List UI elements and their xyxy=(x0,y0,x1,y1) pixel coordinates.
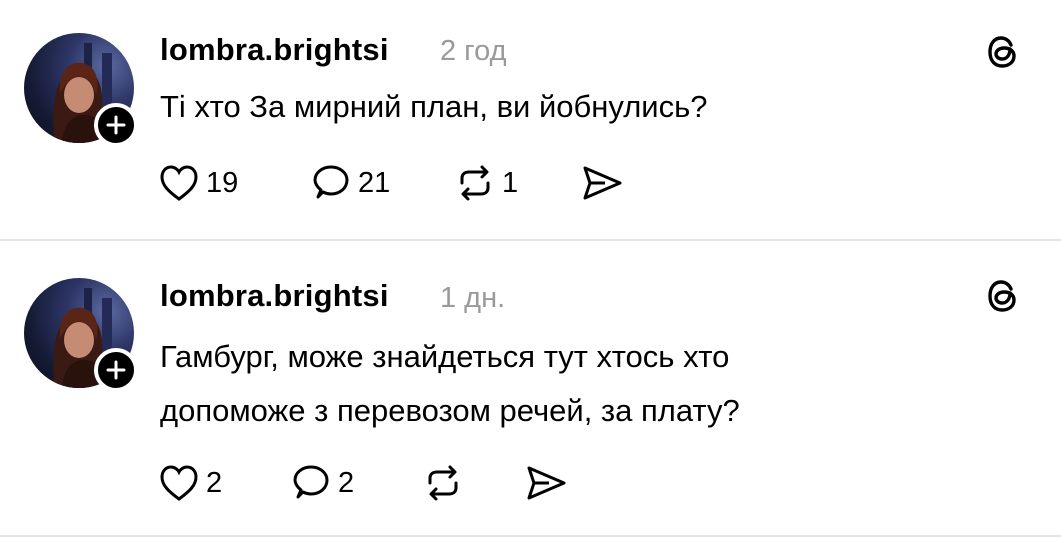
post-text-line: допоможе з перевозом речей, за плату? xyxy=(160,393,740,428)
plus-icon xyxy=(106,115,126,135)
username[interactable]: lombra.brightsi xyxy=(160,32,389,68)
threads-icon[interactable] xyxy=(983,276,1023,316)
username[interactable]: lombra.brightsi xyxy=(160,278,389,314)
avatar[interactable] xyxy=(24,278,138,392)
repost-icon xyxy=(460,165,490,201)
repost-count: 1 xyxy=(502,166,519,199)
share-button[interactable] xyxy=(524,461,568,505)
share-icon xyxy=(583,166,622,200)
post-time: 2 год xyxy=(440,35,507,67)
post-text-line: Гамбург, може знайдеться тут хтось хто xyxy=(160,339,730,374)
comment-button[interactable]: 2 xyxy=(290,461,354,505)
share-icon xyxy=(527,466,566,500)
comment-count: 2 xyxy=(338,466,355,499)
comment-button[interactable]: 21 xyxy=(310,161,390,205)
comment-icon xyxy=(313,165,349,199)
share-button[interactable] xyxy=(580,161,624,205)
like-button[interactable]: 19 xyxy=(158,161,238,205)
post-text: Гамбург, може знайдеться тут хтось хто д… xyxy=(160,330,1020,438)
like-button[interactable]: 2 xyxy=(158,461,222,505)
follow-plus-button[interactable] xyxy=(94,103,138,147)
avatar[interactable] xyxy=(24,33,138,147)
like-count: 19 xyxy=(206,166,239,199)
like-count: 2 xyxy=(206,466,223,499)
post-text-line: Ті хто За мирний план, ви йобнулись? xyxy=(160,89,708,124)
plus-icon xyxy=(106,360,126,380)
post-time: 1 дн. xyxy=(440,282,506,314)
post-text: Ті хто За мирний план, ви йобнулись? xyxy=(160,80,1020,134)
follow-plus-button[interactable] xyxy=(94,348,138,392)
repost-icon xyxy=(428,465,458,501)
repost-button[interactable] xyxy=(422,461,470,505)
repost-button[interactable]: 1 xyxy=(454,161,518,205)
heart-icon xyxy=(160,465,198,501)
comment-icon xyxy=(293,465,329,499)
heart-icon xyxy=(160,165,198,201)
post-1: lombra.brightsi 2 год Ті хто За мирний п… xyxy=(0,0,1061,240)
post-2: lombra.brightsi 1 дн. Гамбург, може знай… xyxy=(0,240,1061,538)
post-divider xyxy=(0,535,1061,537)
threads-icon[interactable] xyxy=(983,32,1023,72)
comment-count: 21 xyxy=(358,166,391,199)
